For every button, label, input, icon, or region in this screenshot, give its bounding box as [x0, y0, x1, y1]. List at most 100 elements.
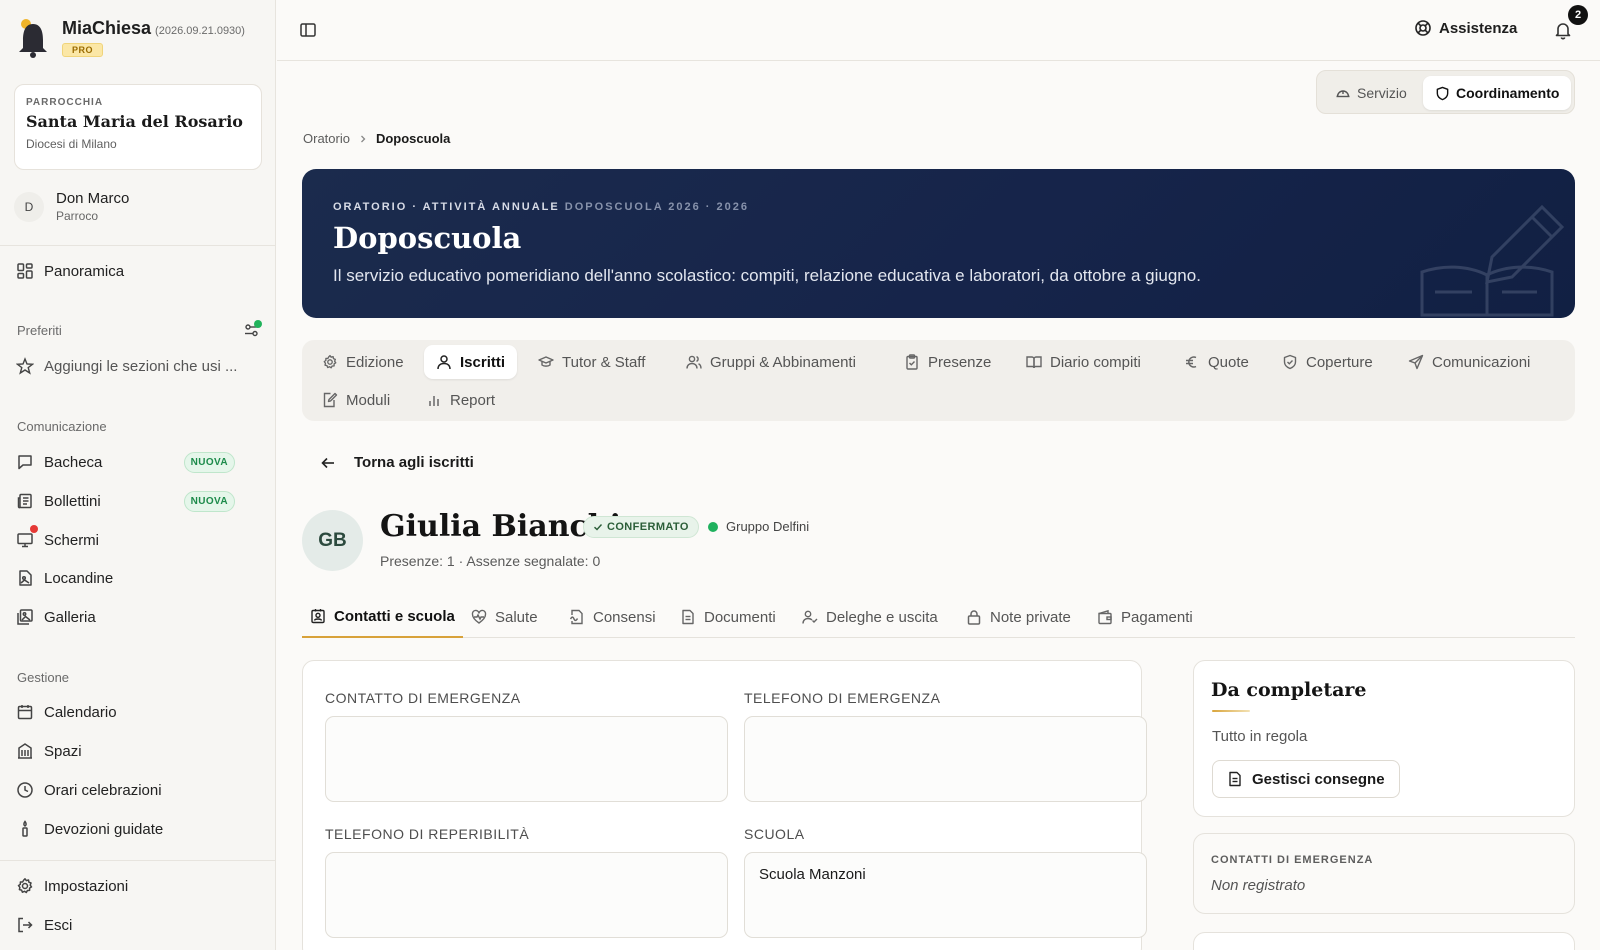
tab-comunicazioni[interactable]: Comunicazioni — [1396, 345, 1542, 379]
sidebar-item-calendario[interactable]: Calendario — [16, 700, 261, 724]
tab-consensi[interactable]: Consensi — [561, 596, 664, 638]
role-option-coordination[interactable]: Coordinamento — [1423, 76, 1572, 110]
users-icon — [686, 354, 702, 370]
tab-tutor-staff[interactable]: Tutor & Staff — [526, 345, 657, 379]
status-badge: CONFERMATO — [583, 516, 699, 538]
user-profile[interactable]: D Don Marco Parroco — [14, 190, 129, 223]
group-tag: Gruppo Delfini — [708, 519, 809, 534]
reach-phone-input[interactable] — [325, 852, 728, 938]
sidebar-item-label: Spazi — [44, 742, 82, 760]
monitor-icon — [16, 531, 34, 549]
back-to-enrolled-link[interactable]: Torna agli iscritti — [320, 454, 474, 471]
tab-coperture[interactable]: Coperture — [1270, 345, 1385, 379]
tab-label: Tutor & Staff — [562, 353, 646, 371]
parish-card[interactable]: PARROCCHIA Santa Maria del Rosario Dioce… — [14, 84, 262, 170]
sidebar-item-label: Devozioni guidate — [44, 820, 164, 838]
sidebar-item-orari[interactable]: Orari celebrazioni — [16, 778, 261, 802]
favorites-indicator — [254, 320, 262, 328]
role-label: Coordinamento — [1456, 85, 1560, 101]
tab-label: Edizione — [346, 353, 404, 371]
brand-title: MiaChiesa (2026.09.21.0930) — [62, 18, 245, 39]
candle-icon — [16, 820, 34, 838]
tab-label: Consensi — [593, 608, 656, 626]
emergency-contacts-kicker: CONTATTI DI EMERGENZA — [1211, 854, 1374, 866]
tab-salute[interactable]: Salute — [463, 596, 546, 638]
sidebar-toggle-icon[interactable] — [299, 21, 317, 39]
file-signature-icon — [569, 609, 585, 625]
manage-deliveries-button[interactable]: Gestisci consegne — [1212, 760, 1400, 798]
breadcrumb: Oratorio Doposcuola — [303, 131, 450, 146]
sidebar-item-label: Bacheca — [44, 453, 103, 471]
parish-kicker: PARROCCHIA — [26, 97, 104, 108]
breadcrumb-current: Doposcuola — [375, 131, 451, 146]
emergency-contacts-value: Non registrato — [1211, 877, 1306, 894]
parish-name: Santa Maria del Rosario — [26, 112, 243, 131]
activity-section-tabs: Edizione Iscritti Tutor & Staff Gruppi &… — [302, 340, 1575, 421]
gear-icon — [16, 877, 34, 895]
lock-icon — [966, 609, 982, 625]
tab-label: Gruppi & Abbinamenti — [710, 353, 856, 371]
enrollee-detail-tabs: Contatti e scuola Salute Consensi Docume… — [302, 596, 1575, 638]
sidebar-item-devozioni[interactable]: Devozioni guidate — [16, 817, 261, 841]
graduation-cap-icon — [538, 354, 554, 370]
sidebar-item-esci[interactable]: Esci — [16, 913, 261, 937]
clock-icon — [16, 781, 34, 799]
sidebar-item-locandine[interactable]: Locandine — [16, 566, 261, 590]
emergency-contacts-card: CONTATTI DI EMERGENZA Non registrato — [1193, 833, 1575, 914]
school-input[interactable] — [744, 852, 1147, 938]
sidebar-item-galleria[interactable]: Galleria — [16, 605, 261, 629]
tab-diario[interactable]: Diario compiti — [1014, 345, 1153, 379]
sidebar-item-panoramica[interactable]: Panoramica — [16, 259, 261, 283]
sidebar-item-impostazioni[interactable]: Impostazioni — [16, 874, 261, 898]
tab-label: Pagamenti — [1121, 608, 1193, 626]
tab-deleghe-uscita[interactable]: Deleghe e uscita — [794, 596, 946, 638]
user-avatar: D — [14, 191, 44, 222]
hero-kicker-edition: DOPOSCUOLA 2026 · 2026 — [564, 201, 749, 213]
tab-report[interactable]: Report — [414, 383, 507, 417]
emergency-phone-input[interactable] — [744, 716, 1147, 802]
brand[interactable]: MiaChiesa (2026.09.21.0930) PRO — [16, 18, 245, 58]
app-name: MiaChiesa — [62, 18, 152, 38]
tab-presenze[interactable]: Presenze — [892, 345, 1003, 379]
user-role: Parroco — [56, 209, 99, 223]
school-label: SCUOLA — [744, 826, 805, 842]
hero-subtitle: Il servizio educativo pomeridiano dell'a… — [333, 266, 1201, 285]
emergency-contact-input[interactable] — [325, 716, 728, 802]
reach-phone-label: TELEFONO DI REPERIBILITÀ — [325, 826, 530, 842]
sidebar-item-bollettini[interactable]: Bollettini NUOVA — [16, 489, 261, 513]
sidebar-item-label: Locandine — [44, 569, 114, 587]
button-label: Gestisci consegne — [1252, 770, 1385, 788]
bar-chart-icon — [426, 392, 442, 408]
tab-iscritti[interactable]: Iscritti — [424, 345, 518, 379]
hero-title: Doposcuola — [333, 221, 522, 255]
file-text-icon — [1227, 771, 1243, 787]
heart-pulse-icon — [471, 609, 487, 625]
tab-gruppi[interactable]: Gruppi & Abbinamenti — [674, 345, 868, 379]
tab-contatti-scuola[interactable]: Contatti e scuola — [302, 596, 463, 638]
sidebar-item-spazi[interactable]: Spazi — [16, 739, 261, 763]
sidebar-item-label: Bollettini — [44, 492, 101, 510]
status-label: CONFERMATO — [607, 521, 689, 533]
tab-edizione[interactable]: Edizione — [310, 345, 416, 379]
check-icon — [593, 522, 603, 532]
notifications-bell-icon[interactable] — [1553, 20, 1573, 40]
tab-documenti[interactable]: Documenti — [672, 596, 784, 638]
help-button[interactable]: Assistenza — [1414, 19, 1517, 37]
tab-label: Comunicazioni — [1432, 353, 1531, 371]
sidebar-item-label: Schermi — [44, 531, 100, 549]
todo-card: Da completare Tutto in regola Gestisci c… — [1193, 660, 1575, 817]
sidebar-item-label: Orari celebrazioni — [44, 781, 162, 799]
tab-pagamenti[interactable]: Pagamenti — [1089, 596, 1201, 638]
activity-hero-banner: ORATORIO · ATTIVITÀ ANNUALE DOPOSCUOLA 2… — [302, 169, 1575, 318]
tab-label: Presenze — [928, 353, 992, 371]
helmet-icon — [1335, 85, 1351, 101]
role-option-service[interactable]: Servizio — [1323, 76, 1419, 110]
sidebar-item-schermi[interactable]: Schermi — [16, 528, 261, 552]
sidebar-item-bacheca[interactable]: Bacheca NUOVA — [16, 450, 261, 474]
favorites-add-prompt[interactable]: Aggiungi le sezioni che usi ... — [16, 354, 261, 378]
tab-note-private[interactable]: Note private — [958, 596, 1079, 638]
breadcrumb-parent[interactable]: Oratorio — [303, 131, 350, 146]
tab-quote[interactable]: Quote — [1172, 345, 1261, 379]
user-name: Don Marco — [56, 190, 130, 207]
tab-moduli[interactable]: Moduli — [310, 383, 402, 417]
